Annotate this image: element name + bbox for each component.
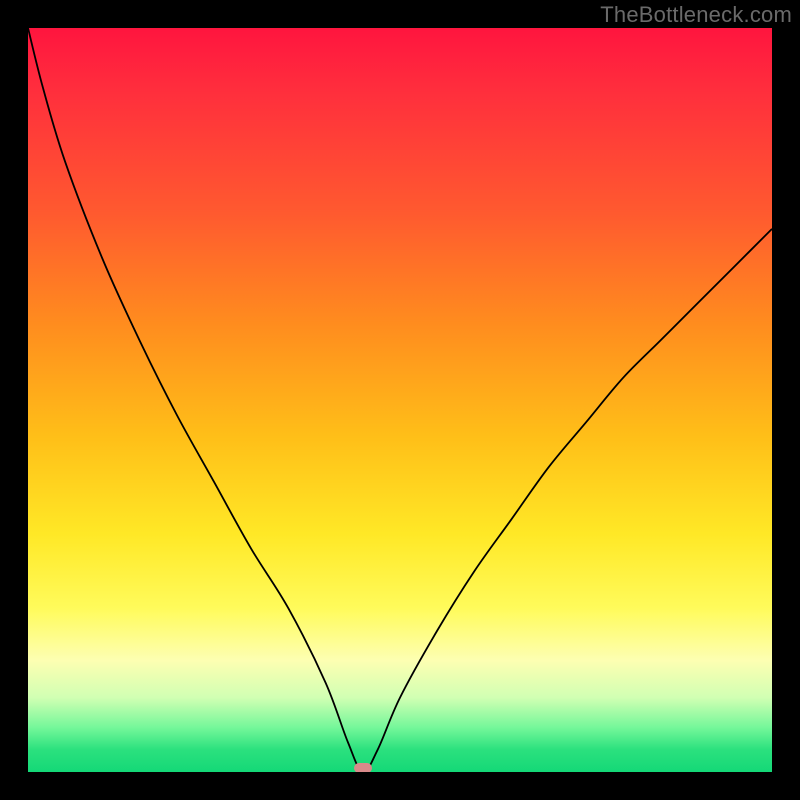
watermark-text: TheBottleneck.com	[600, 2, 792, 28]
min-point-marker	[354, 763, 372, 772]
plot-area	[28, 28, 772, 772]
bottleneck-curve	[28, 28, 772, 772]
curve-path	[28, 28, 772, 772]
chart-frame: TheBottleneck.com	[0, 0, 800, 800]
